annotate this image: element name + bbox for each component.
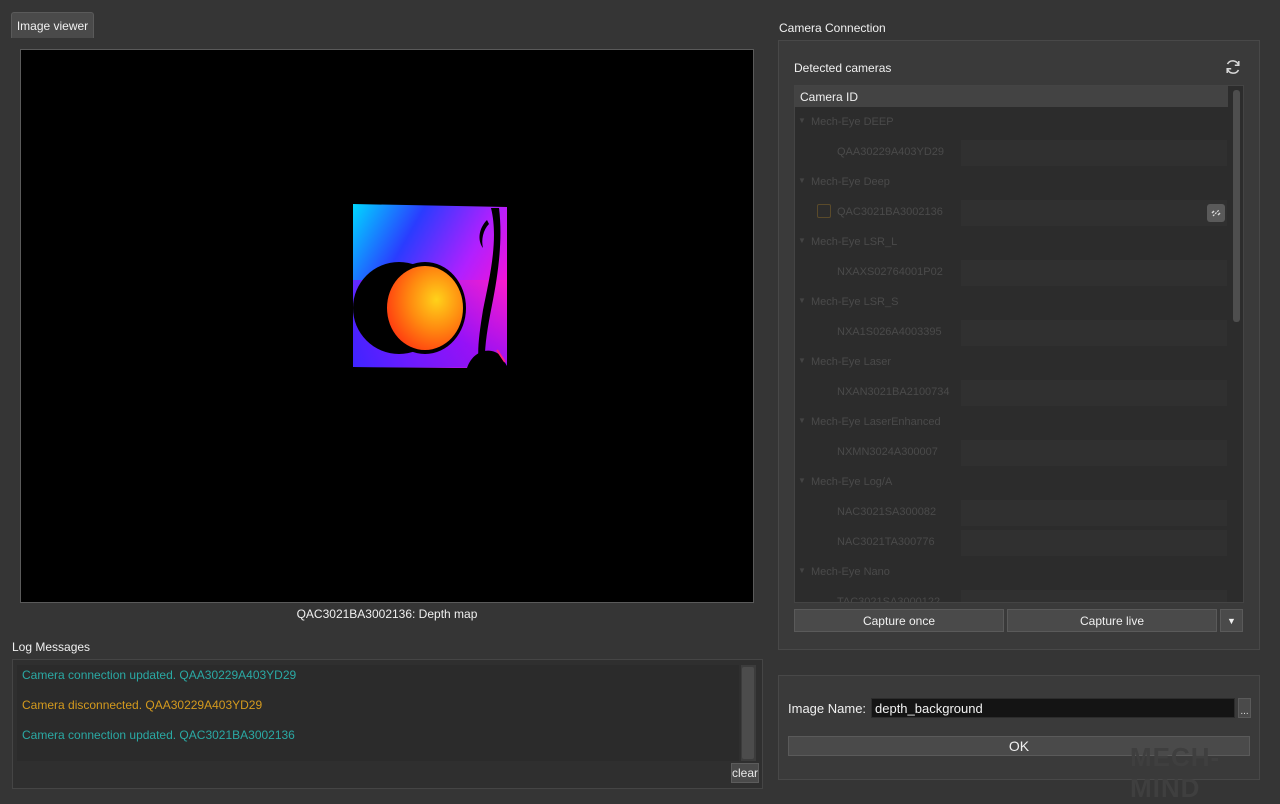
camera-status-field [961, 380, 1227, 406]
expand-arrow-icon[interactable]: ▼ [798, 296, 806, 305]
clear-log-button[interactable]: clear [731, 763, 759, 783]
tree-group-row[interactable]: ▼ Mech-Eye LSR_L [795, 228, 1228, 258]
tree-camera-row[interactable]: NXMN3024A300007 [795, 438, 1228, 468]
tree-camera-row[interactable]: NAC3021SA300082 [795, 498, 1228, 528]
watermark-logo: MECH-MIND [1130, 742, 1221, 803]
camera-serial-label: NXMN3024A300007 [837, 446, 938, 458]
camera-model-label: Mech-Eye Deep [811, 176, 890, 188]
camera-tree[interactable]: Camera ID ▼ Mech-Eye DEEP QAA30229A403YD29… [794, 85, 1244, 603]
camera-model-label: Mech-Eye LaserEnhanced [811, 416, 941, 428]
camera-status-field [961, 200, 1227, 226]
camera-model-label: Mech-Eye Laser [811, 356, 892, 368]
tree-group-row[interactable]: ▼ Mech-Eye Log/A [795, 468, 1228, 498]
camera-model-label: Mech-Eye DEEP [811, 116, 894, 128]
camera-serial-label: NAC3021SA300082 [837, 506, 937, 518]
tree-camera-row[interactable]: NAC3021TA300776 [795, 528, 1228, 558]
expand-arrow-icon[interactable]: ▼ [798, 416, 806, 425]
depth-map-viewer[interactable] [20, 49, 754, 603]
camera-status-field [961, 320, 1227, 346]
camera-model-label: Mech-Eye Log/A [811, 476, 893, 488]
camera-status-field [961, 140, 1227, 166]
tab-image-viewer[interactable]: Image viewer [11, 12, 94, 38]
expand-arrow-icon[interactable]: ▼ [798, 116, 806, 125]
tree-group-row[interactable]: ▼ Mech-Eye Deep [795, 168, 1228, 198]
tree-group-row[interactable]: ▼ Mech-Eye LSR_S [795, 288, 1228, 318]
camera-status-field [961, 500, 1227, 526]
log-message: Camera connection updated. QAC3021BA3002… [22, 728, 295, 742]
tree-group-row[interactable]: ▼ Mech-Eye DEEP [795, 108, 1228, 138]
log-message: Camera connection updated. QAA30229A403Y… [22, 668, 297, 682]
tree-camera-row[interactable]: TAC3021SA3000122 [795, 588, 1228, 603]
camera-serial-label: TAC3021SA3000122 [837, 596, 941, 603]
image-caption: QAC3021BA3002136: Depth map [296, 607, 478, 621]
camera-serial-label: QAC3021BA3002136 [837, 206, 943, 218]
log-scrollbar-thumb[interactable] [742, 667, 754, 759]
camera-model-label: Mech-Eye LSR_L [811, 236, 898, 248]
camera-status-field [961, 260, 1227, 286]
log-message: Camera disconnected. QAA30229A403YD29 [22, 698, 263, 712]
tree-camera-row[interactable]: NXA1S026A4003395 [795, 318, 1228, 348]
browse-button[interactable]: ... [1238, 698, 1251, 718]
camera-serial-label: QAA30229A403YD29 [837, 146, 945, 158]
tree-group-row[interactable]: ▼ Mech-Eye Laser [795, 348, 1228, 378]
detected-cameras-label: Detected cameras [794, 61, 892, 75]
camera-connected-icon [817, 204, 831, 218]
tree-camera-row[interactable]: NXAXS02764001P02 [795, 258, 1228, 288]
expand-arrow-icon[interactable]: ▼ [798, 356, 806, 365]
tree-camera-row[interactable]: NXAN3021BA2100734 [795, 378, 1228, 408]
tree-group-row[interactable]: ▼ Mech-Eye Nano [795, 558, 1228, 588]
camera-connection-title: Camera Connection [779, 21, 886, 35]
tree-camera-row[interactable]: QAA30229A403YD29 [795, 138, 1228, 168]
camera-serial-label: NXA1S026A4003395 [837, 326, 942, 338]
image-name-input[interactable] [871, 698, 1235, 718]
capture-once-button[interactable]: Capture once [794, 609, 1004, 632]
camera-serial-label: NXAN3021BA2100734 [837, 386, 950, 398]
camera-model-label: Mech-Eye Nano [811, 566, 890, 578]
disconnect-icon[interactable] [1207, 204, 1225, 222]
camera-tree-scrollbar-thumb[interactable] [1233, 90, 1240, 322]
camera-status-field [961, 440, 1227, 466]
tree-group-row[interactable]: ▼ Mech-Eye LaserEnhanced [795, 408, 1228, 438]
refresh-icon[interactable] [1224, 58, 1242, 76]
camera-serial-label: NAC3021TA300776 [837, 536, 935, 548]
capture-options-dropdown[interactable]: ▼ [1220, 609, 1243, 632]
camera-status-field [961, 590, 1227, 602]
expand-arrow-icon[interactable]: ▼ [798, 176, 806, 185]
camera-id-column-header[interactable]: Camera ID [795, 86, 1228, 107]
camera-model-label: Mech-Eye LSR_S [811, 296, 899, 308]
expand-arrow-icon[interactable]: ▼ [798, 476, 806, 485]
log-list[interactable]: Camera connection updated. QAA30229A403Y… [17, 665, 739, 761]
image-name-label: Image Name: [788, 701, 867, 716]
camera-serial-label: NXAXS02764001P02 [837, 266, 943, 278]
expand-arrow-icon[interactable]: ▼ [798, 566, 806, 575]
depth-map-image [353, 204, 507, 368]
chevron-down-icon: ▼ [1227, 615, 1236, 626]
tree-camera-row[interactable]: QAC3021BA3002136 [795, 198, 1228, 228]
expand-arrow-icon[interactable]: ▼ [798, 236, 806, 245]
camera-status-field [961, 530, 1227, 556]
capture-live-button[interactable]: Capture live [1007, 609, 1217, 632]
log-title: Log Messages [12, 640, 91, 654]
